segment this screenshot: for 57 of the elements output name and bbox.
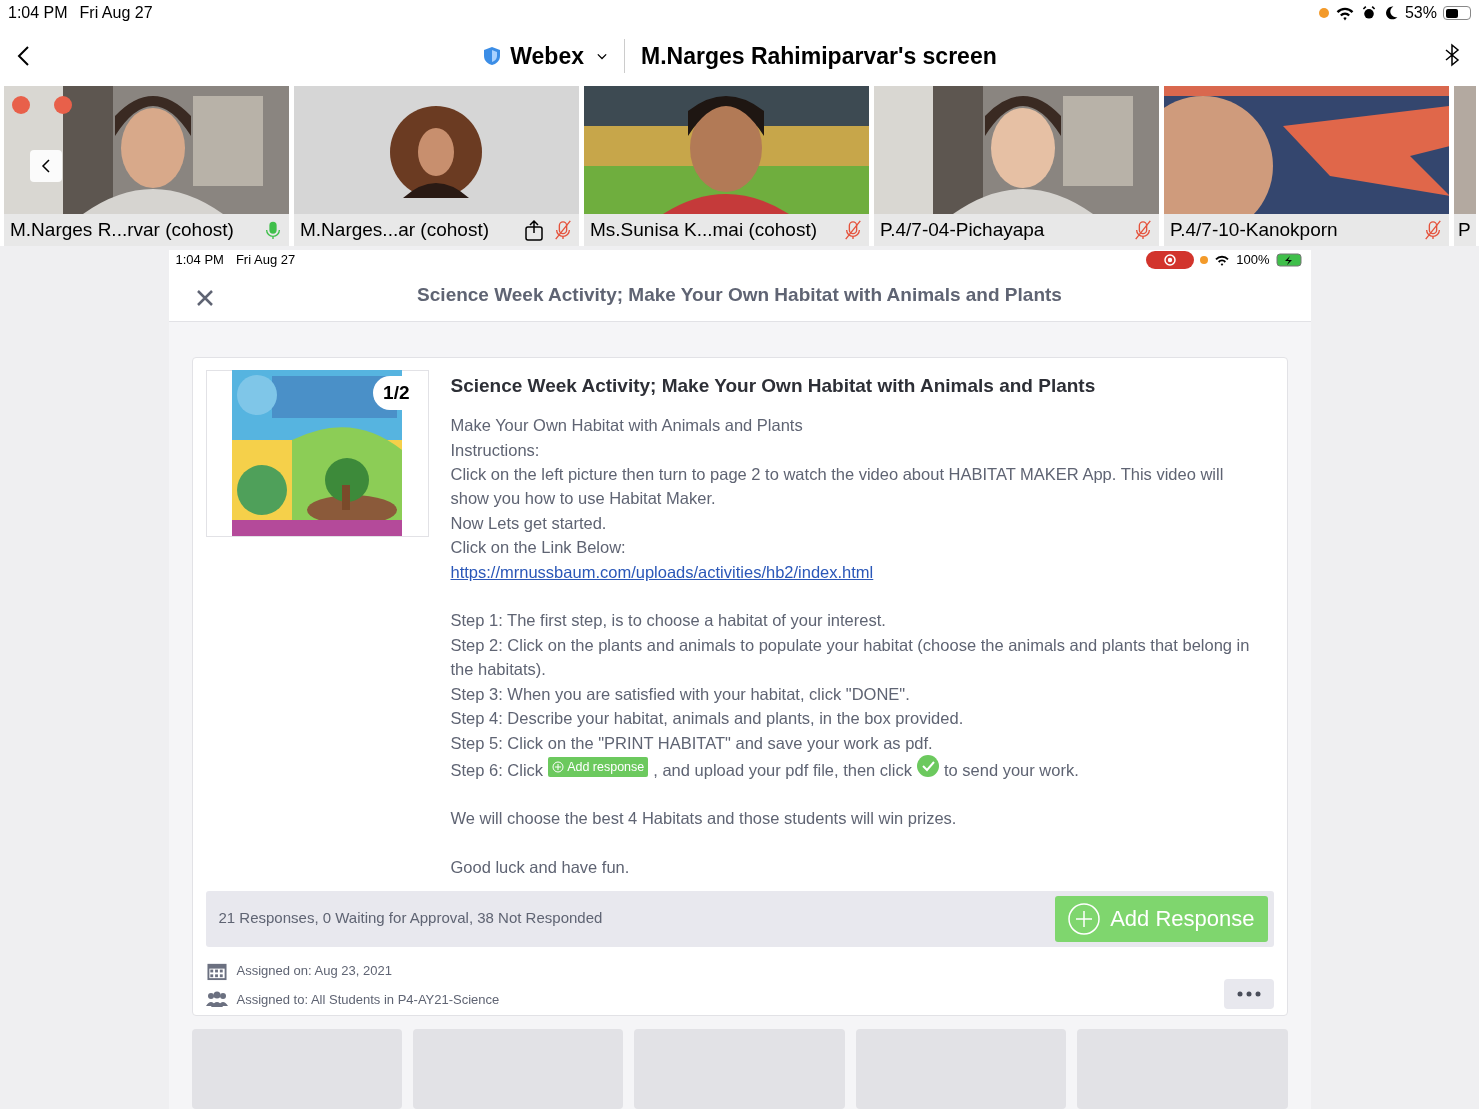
app-switcher[interactable]: Webex bbox=[482, 38, 625, 74]
instruction-text: Step 1: The first step, is to choose a habitat of your interest. bbox=[450, 610, 887, 632]
screen-title: M.Narges Rahimiparvar's screen bbox=[640, 41, 997, 71]
mic-indicator-icon bbox=[1318, 8, 1329, 18]
record-icon bbox=[1164, 254, 1177, 267]
instruction-text: to send your work. bbox=[943, 759, 1079, 781]
mic-indicator-icon bbox=[1200, 256, 1209, 265]
participant-name: P bbox=[1458, 217, 1472, 242]
close-icon[interactable] bbox=[195, 289, 214, 308]
participant-name: P.4/7-10-Kanokporn bbox=[1170, 217, 1339, 242]
instruction-text: Click on the Link Below: bbox=[450, 537, 627, 559]
plus-icon bbox=[552, 760, 565, 773]
caret-icon bbox=[596, 51, 608, 61]
instruction-text: Step 2: Click on the plants and animals to populate your habitat (choose the animals and plants that belong in the habitats). bbox=[450, 634, 1251, 681]
instruction-text: Click on the left picture then turn to page 2 to watch the video about HABITAT MAKER App. This video will show you how to use Habitat Maker. bbox=[450, 464, 1225, 510]
shield-icon bbox=[482, 45, 503, 67]
instruction-text: Step 5: Click on the "PRINT HABITAT" and save your work as pdf. bbox=[450, 732, 934, 754]
activity-title: Science Week Activity; Make Your Own Habitat with Animals and Plants bbox=[417, 283, 1062, 308]
instruction-text: Good luck and have fun. bbox=[450, 857, 631, 879]
alarm-icon bbox=[1360, 5, 1377, 21]
instruction-text: Step 6: Click bbox=[450, 759, 544, 781]
response-summary: 21 Responses, 0 Waiting for Approval, 38 Not Responded bbox=[218, 908, 603, 929]
group-icon bbox=[205, 991, 228, 1008]
assigned-date: Assigned on: Aug 23, 2021 bbox=[236, 961, 392, 980]
battery-icon bbox=[1443, 6, 1471, 20]
participant-name: M.Narges R...rvar (cohost) bbox=[10, 217, 235, 242]
participant-name: Ms.Sunisa K...mai (cohost) bbox=[590, 217, 819, 242]
instruction-text: We will choose the best 4 Habitats and those students will win prizes. bbox=[450, 808, 958, 830]
back-button[interactable] bbox=[16, 44, 32, 68]
instruction-text: Make Your Own Habitat with Animals and Plants bbox=[450, 415, 804, 437]
chevron-left-icon bbox=[41, 159, 51, 173]
battery-percent: 53% bbox=[1404, 3, 1437, 23]
check-icon bbox=[916, 754, 939, 777]
more-button[interactable] bbox=[1223, 979, 1274, 1009]
participant-name: M.Narges...ar (cohost) bbox=[300, 217, 490, 242]
instruction-text: Step 3: When you are satisfied with your habitat, click "DONE". bbox=[450, 683, 911, 705]
participant-name: P.4/7-04-Pichayapa bbox=[880, 217, 1046, 242]
chip-label: Add response bbox=[567, 758, 645, 775]
status-date: Fri Aug 27 bbox=[79, 3, 153, 23]
instruction-text: Now Lets get started. bbox=[450, 512, 608, 534]
instruction-text: Step 4: Describe your habitat, animals and plants, in the box provided. bbox=[450, 708, 965, 730]
card-heading: Science Week Activity; Make Your Own Habitat with Animals and Plants bbox=[450, 373, 1097, 398]
battery-percent: 100% bbox=[1236, 251, 1270, 270]
status-time: 1:04 PM bbox=[8, 3, 68, 23]
instruction-text: Instructions: bbox=[450, 439, 541, 461]
instruction-text: , and upload your pdf file, then click bbox=[653, 759, 912, 781]
thumbnail-frame[interactable]: 1/2 bbox=[205, 369, 429, 537]
more-icon bbox=[1235, 991, 1262, 997]
wifi-icon bbox=[1214, 253, 1231, 268]
assigned-to: Assigned to: All Students in P4-AY21-Science bbox=[236, 990, 500, 1009]
scroll-left-button[interactable] bbox=[30, 150, 62, 182]
plus-icon bbox=[1068, 902, 1101, 935]
habitat-link[interactable]: https://mrnussbaum.com/uploads/activities/hb2/index.html bbox=[450, 562, 874, 581]
charging-battery-icon bbox=[1275, 253, 1304, 268]
status-date: Fri Aug 27 bbox=[235, 251, 296, 270]
status-time: 1:04 PM bbox=[175, 251, 224, 270]
bluetooth-icon bbox=[1443, 41, 1461, 69]
